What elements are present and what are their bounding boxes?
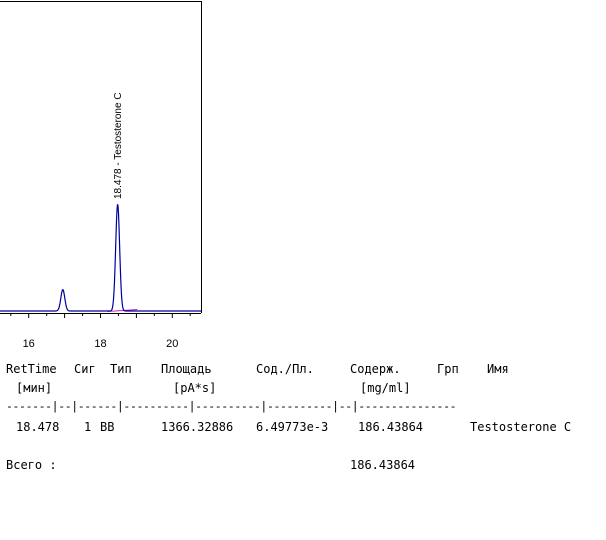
integration-report: RetTime Сиг Тип Площадь Сод./Пл. Содерж.… xyxy=(0,0,606,540)
table-separator: -------|--|------|----------|----------|… xyxy=(6,399,457,413)
unit-amount: [mg/ml] xyxy=(360,381,411,395)
header-ratio: Сод./Пл. xyxy=(256,362,314,376)
header-type: Тип xyxy=(110,362,132,376)
row-area: 1366.32886 xyxy=(161,420,234,434)
row-name: Testosterone C xyxy=(470,420,572,434)
row-signal: 1 xyxy=(84,420,92,434)
header-amount: Содерж. xyxy=(350,362,401,376)
header-name: Имя xyxy=(487,362,509,376)
header-signal: Сиг xyxy=(74,362,96,376)
header-area: Площадь xyxy=(161,362,212,376)
row-type: BB xyxy=(100,420,115,434)
total-label: Всего : xyxy=(6,458,57,472)
header-group: Грп xyxy=(437,362,459,376)
row-ratio: 6.49773e-3 xyxy=(256,420,329,434)
header-rettime: RetTime xyxy=(6,362,57,376)
unit-area: [pA*s] xyxy=(173,381,217,395)
row-amount: 186.43864 xyxy=(358,420,424,434)
total-amount: 186.43864 xyxy=(350,458,416,472)
row-rettime: 18.478 xyxy=(16,420,60,434)
unit-rettime: [мин] xyxy=(16,381,53,395)
